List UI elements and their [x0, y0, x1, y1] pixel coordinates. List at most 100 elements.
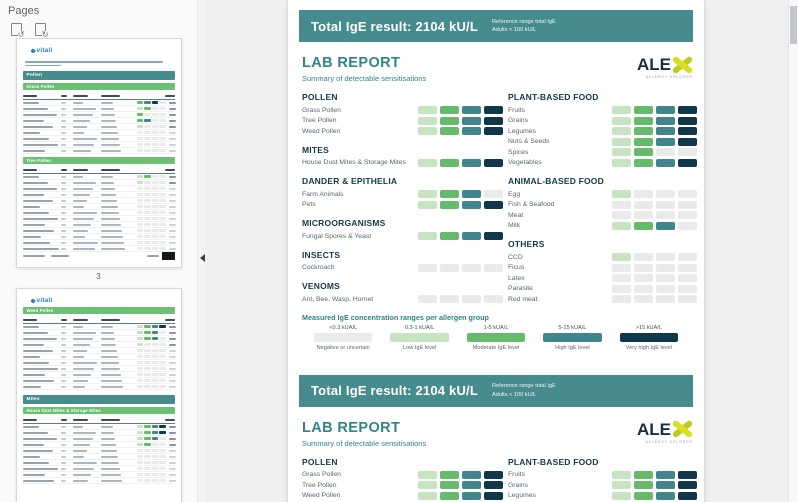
level-square — [418, 127, 437, 136]
mini-level-square — [151, 193, 158, 196]
text-line-bar — [22, 425, 39, 428]
mini-table-cell — [22, 205, 61, 208]
mini-level-square — [151, 461, 158, 464]
alex-logo: ALE ALLERGY XPLORER — [637, 55, 694, 79]
level-square — [418, 491, 437, 500]
text-line-bar — [60, 419, 67, 421]
text-line-bar — [72, 349, 87, 352]
mini-level-square — [144, 143, 151, 146]
allergen-label: Grass Pollen — [302, 106, 341, 114]
level-square — [634, 200, 653, 209]
allergen-row: Weed Pollen — [302, 491, 503, 502]
text-line-bar — [22, 325, 39, 328]
mini-level-square — [136, 193, 143, 196]
mini-table — [22, 417, 176, 484]
mini-level-square — [136, 181, 143, 184]
text-line-bar — [60, 235, 66, 238]
text-line-bar — [60, 113, 66, 116]
text-line-bar — [22, 431, 48, 434]
level-square — [612, 253, 631, 262]
level-square — [440, 481, 459, 490]
rotate-page-cw-icon[interactable] — [32, 21, 49, 39]
mini-table-cell — [22, 461, 61, 464]
allergen-row: Red meat — [508, 294, 697, 305]
mini-table-cell — [100, 467, 137, 470]
mini-table-cell — [60, 467, 73, 470]
text-line-bar — [72, 137, 97, 140]
mini-level-square — [136, 467, 143, 470]
mini-level-squares — [136, 461, 166, 464]
ige-level-squares — [418, 481, 503, 490]
mini-level-square — [136, 385, 143, 388]
mini-table-cell — [60, 319, 73, 321]
legend-range-label: 0.3-1 kUA/L — [404, 324, 435, 331]
allergen-label: Ficus — [508, 264, 525, 272]
allergen-row: Fruits — [508, 105, 697, 116]
mini-level-square — [136, 211, 143, 214]
text-line-bar — [22, 113, 57, 116]
allergen-label: Grains — [508, 481, 529, 489]
mini-level-square — [136, 241, 143, 244]
text-line-bar — [60, 137, 66, 140]
mini-level-square — [151, 143, 158, 146]
mini-level-square — [159, 325, 166, 328]
allergen-label: Egg — [508, 190, 521, 198]
alex-logo-wordmark: ALE — [637, 55, 694, 74]
mini-table-cell — [60, 119, 73, 122]
mini-value-bar — [168, 199, 176, 202]
ige-level-squares — [418, 232, 503, 241]
mini-table-cell — [72, 419, 101, 421]
mini-table-header-right — [164, 169, 175, 171]
mini-level-square — [151, 205, 158, 208]
legend-item: 5-15 kUA/L High IgE level — [543, 325, 602, 351]
main-scrollbar-thumb[interactable] — [790, 6, 797, 44]
mini-value-bar — [168, 437, 176, 440]
mini-level-square — [151, 455, 158, 458]
level-square — [678, 295, 697, 304]
mini-level-square — [136, 131, 143, 134]
text-line-bar — [100, 437, 115, 440]
allergen-row: Ant, Bee, Wasp, Hornet — [302, 294, 503, 305]
level-square — [440, 263, 459, 272]
text-line-bar — [100, 101, 113, 104]
mini-level-square — [151, 107, 158, 110]
text-line-bar — [100, 143, 120, 146]
pdf-page: Total IgE result: 2104 kU/L Reference ran… — [288, 0, 704, 502]
mini-level-squares — [136, 241, 166, 244]
mini-table-cell — [22, 137, 61, 140]
text-line-bar — [22, 223, 45, 226]
text-line-bar — [72, 449, 87, 452]
mini-level-square — [144, 193, 151, 196]
text-line-bar — [60, 205, 66, 208]
text-line-bar — [22, 175, 39, 178]
page-thumbnail[interactable]: vitali Pollen Grass Pollen Tree Pollen — [15, 38, 182, 268]
section-banner: House Dust Mites & Storage Mites — [22, 407, 175, 414]
level-square — [678, 200, 697, 209]
mini-value-bar — [168, 229, 176, 232]
text-line-bar — [72, 325, 83, 328]
rotate-page-ccw-icon[interactable] — [8, 21, 25, 39]
mini-level-squares — [136, 385, 166, 388]
mini-level-square — [159, 125, 166, 128]
level-square — [440, 116, 459, 125]
alex-x-icon — [671, 419, 694, 439]
mini-table-cell — [60, 461, 73, 464]
mini-table-cell — [72, 479, 101, 482]
mini-value-bar — [168, 337, 176, 340]
mini-table-header — [22, 417, 175, 424]
sidebar-collapse-handle[interactable] — [198, 251, 207, 265]
mini-level-square — [151, 229, 158, 232]
mini-level-square — [159, 379, 166, 382]
mini-table-cell — [22, 143, 61, 146]
text-line-bar — [60, 101, 66, 104]
mini-table-cell — [72, 125, 101, 128]
mini-level-square — [144, 223, 151, 226]
mini-table-cell — [60, 241, 73, 244]
main-scrollbar-track[interactable] — [788, 0, 798, 502]
page-thumbnail[interactable]: vitali Weed Pollen Mites House Dust Mites &… — [15, 288, 182, 502]
level-square — [612, 190, 631, 199]
mini-table-cell — [22, 131, 61, 134]
mini-level-square — [151, 373, 158, 376]
mini-value-bar — [168, 143, 176, 146]
allergen-row: Spices — [508, 147, 697, 158]
